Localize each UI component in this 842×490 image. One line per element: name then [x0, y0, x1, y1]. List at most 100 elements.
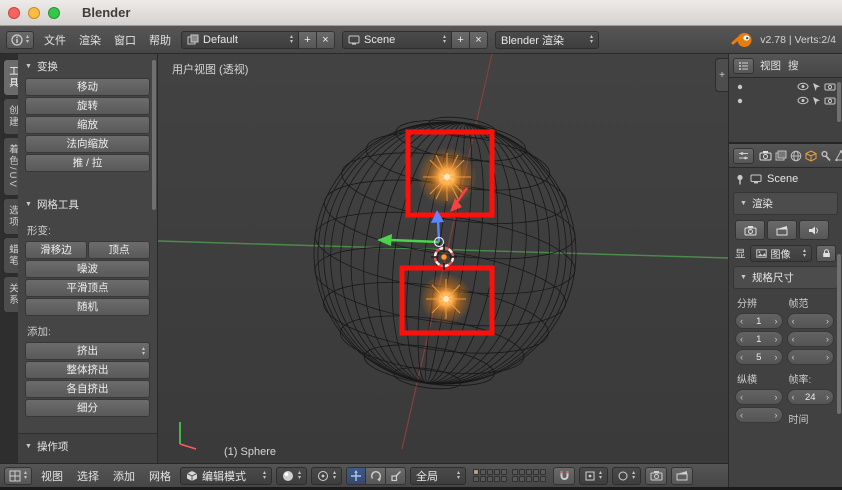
layers-widget[interactable] [473, 469, 547, 482]
breadcrumb-scene-label[interactable]: Scene [767, 173, 798, 185]
add-screen-button[interactable] [299, 30, 318, 49]
frame-start-field[interactable] [786, 313, 834, 329]
tab-data-icon[interactable] [835, 149, 842, 162]
viewport-canvas[interactable] [158, 54, 728, 463]
eye-icon[interactable] [797, 96, 809, 105]
menu-select[interactable]: 选择 [72, 468, 104, 484]
outliner-row[interactable] [729, 92, 842, 106]
render-audio-button[interactable] [799, 220, 829, 240]
tab-world-icon[interactable] [790, 150, 802, 162]
panel-header-render[interactable]: 渲染 [733, 192, 838, 215]
transform-orientation-dropdown[interactable]: 全局 [410, 466, 467, 485]
menu-add[interactable]: 添加 [108, 468, 140, 484]
editor-type-button-properties[interactable] [733, 147, 754, 164]
toolshelf-scrollbar[interactable] [152, 60, 156, 210]
outliner-scrollbar[interactable] [837, 82, 841, 122]
camera-icon[interactable] [824, 96, 836, 105]
translate-button[interactable]: 移动 [25, 78, 150, 96]
menu-render[interactable]: 渲染 [76, 32, 104, 48]
smooth-vertex-button[interactable]: 平滑顶点 [25, 279, 150, 297]
tab-object-icon[interactable] [805, 149, 817, 162]
delete-scene-button[interactable] [470, 30, 489, 49]
resolution-percent-field[interactable]: 5 [735, 349, 783, 365]
scale-button[interactable]: 缩放 [25, 116, 150, 134]
snap-element-icon [585, 471, 595, 480]
outliner-menu-search[interactable]: 搜 [787, 58, 800, 73]
render-still-button[interactable] [735, 220, 765, 240]
opengl-render-anim-button[interactable] [671, 466, 694, 485]
manipulator-scale-toggle[interactable] [386, 466, 407, 485]
fps-field[interactable]: 24 [786, 389, 834, 405]
editor-type-button-outliner[interactable] [733, 57, 754, 74]
extrude-menu-button[interactable]: 挤出 [25, 342, 150, 360]
snap-toggle-button[interactable] [553, 466, 576, 485]
minimize-window-button[interactable] [28, 6, 40, 19]
manipulator-y-arrow[interactable] [377, 234, 392, 246]
panel-header-operator[interactable]: 操作项 [18, 434, 157, 457]
extrude-individual-button[interactable]: 各自挤出 [25, 380, 150, 398]
frame-end-field[interactable] [786, 331, 834, 347]
subdivide-button[interactable]: 细分 [25, 399, 150, 417]
menu-mesh[interactable]: 网格 [144, 468, 176, 484]
proportional-edit-dropdown[interactable] [612, 466, 642, 485]
menu-file[interactable]: 文件 [41, 32, 69, 48]
editor-type-button-3dview[interactable] [4, 466, 33, 485]
eye-icon[interactable] [797, 82, 809, 91]
menu-window[interactable]: 窗口 [111, 32, 139, 48]
menu-help[interactable]: 帮助 [146, 32, 174, 48]
maximize-window-button[interactable] [48, 6, 60, 19]
chevron-updown-icon [290, 35, 293, 44]
scene-dropdown[interactable]: Scene [342, 30, 453, 49]
manipulator-rotate-toggle[interactable] [366, 466, 387, 485]
push-pull-button[interactable]: 推 / 拉 [25, 154, 150, 172]
mode-dropdown[interactable]: 编辑模式 [180, 466, 273, 485]
resolution-x-field[interactable]: 1 [735, 313, 783, 329]
add-scene-button[interactable] [452, 30, 471, 49]
scene-selector: Scene [342, 30, 489, 49]
extrude-region-button[interactable]: 整体挤出 [25, 361, 150, 379]
panel-header-dimensions[interactable]: 规格尺寸 [733, 266, 838, 289]
snap-element-dropdown[interactable] [579, 466, 609, 485]
3d-viewport[interactable]: 用户视图 (透视) (1) Sphere [158, 54, 728, 463]
screen-layout-dropdown[interactable]: Default [181, 30, 300, 49]
noise-button[interactable]: 噪波 [25, 260, 150, 278]
cursor-arrow-icon[interactable] [812, 96, 821, 106]
properties-scrollbar[interactable] [837, 254, 841, 414]
close-window-button[interactable] [8, 6, 20, 19]
shrink-fatten-button[interactable]: 法向缩放 [25, 135, 150, 153]
rotate-button[interactable]: 旋转 [25, 97, 150, 115]
opengl-render-still-button[interactable] [645, 466, 668, 485]
manipulator-toggle-group [346, 466, 407, 485]
tab-render-layers-icon[interactable] [775, 150, 787, 161]
display-lock-button[interactable] [816, 245, 836, 262]
render-buttons-row [735, 220, 836, 240]
cursor-arrow-icon[interactable] [812, 82, 821, 92]
tab-render-icon[interactable] [759, 150, 772, 161]
panel-header-transform[interactable]: 变换 [18, 54, 157, 77]
tab-modifiers-icon[interactable] [820, 150, 832, 162]
render-engine-dropdown[interactable]: Blender 渲染 [495, 30, 600, 49]
editor-type-button-info[interactable] [6, 30, 35, 49]
vertex-slide-button[interactable]: 顶点 [88, 241, 150, 259]
menu-view[interactable]: 视图 [36, 468, 68, 484]
randomize-button[interactable]: 随机 [25, 298, 150, 316]
outliner-row[interactable] [729, 78, 842, 92]
toolshelf-tab-strip: 工具 创建 着色/UV 选项 蜡笔 关系 [0, 54, 20, 463]
camera-icon[interactable] [824, 82, 836, 91]
aspect-y-field[interactable] [735, 407, 783, 423]
panel-header-mesh-tools[interactable]: 网格工具 [18, 192, 157, 215]
properties-region-tab[interactable] [715, 58, 728, 92]
manipulator-translate-toggle[interactable] [346, 466, 367, 485]
frame-step-field[interactable] [786, 349, 834, 365]
aspect-x-field[interactable] [735, 389, 783, 405]
outliner-menu-view[interactable]: 视图 [759, 58, 782, 73]
time-label: 时间 [788, 415, 809, 426]
viewport-shading-dropdown[interactable] [276, 466, 308, 485]
pin-icon[interactable] [735, 174, 745, 185]
render-animation-button[interactable] [767, 220, 797, 240]
delete-screen-button[interactable] [317, 30, 336, 49]
resolution-y-field[interactable]: 1 [735, 331, 783, 347]
pivot-point-dropdown[interactable] [311, 466, 343, 485]
edge-slide-button[interactable]: 滑移边 [25, 241, 87, 259]
display-mode-dropdown[interactable]: 图像 [749, 245, 812, 262]
